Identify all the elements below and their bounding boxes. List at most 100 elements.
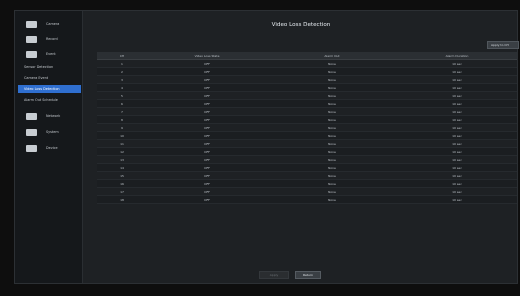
- table-row: 17 OFF None 10 sec: [97, 188, 517, 196]
- video-loss-state-cell[interactable]: OFF: [147, 108, 267, 115]
- sidebar-item-event[interactable]: Event: [15, 47, 83, 61]
- channel-cell: 8: [121, 117, 123, 122]
- alarm-duration-cell[interactable]: 10 sec: [397, 68, 517, 75]
- video-loss-state-cell[interactable]: OFF: [147, 148, 267, 155]
- alarm-out-cell[interactable]: None: [267, 76, 397, 83]
- video-loss-state-cell[interactable]: OFF: [147, 188, 267, 195]
- table-body: 1 OFF None 10 sec 2 OFF None 10 sec 3 OFF None 10 s…: [97, 60, 517, 204]
- video-loss-state-cell[interactable]: OFF: [147, 84, 267, 91]
- alarm-duration-cell[interactable]: 10 sec: [397, 100, 517, 107]
- alarm-out-cell[interactable]: None: [267, 148, 397, 155]
- alarm-duration-cell[interactable]: 10 sec: [397, 180, 517, 187]
- video-loss-state-cell[interactable]: OFF: [147, 156, 267, 163]
- page-title: Video Loss Detection: [271, 22, 331, 28]
- alarm-out-cell[interactable]: None: [267, 124, 397, 131]
- channel-cell: 7: [121, 109, 123, 114]
- alarm-out-cell[interactable]: None: [267, 60, 397, 67]
- video-loss-state-cell[interactable]: OFF: [147, 60, 267, 67]
- alarm-duration-cell[interactable]: 10 sec: [397, 172, 517, 179]
- alarm-out-cell[interactable]: None: [267, 108, 397, 115]
- alarm-duration-cell[interactable]: 10 sec: [397, 124, 517, 131]
- channel-cell: 3: [121, 77, 123, 82]
- video-loss-state-cell[interactable]: OFF: [147, 124, 267, 131]
- alarm-duration-cell[interactable]: 10 sec: [397, 140, 517, 147]
- alarm-duration-cell[interactable]: 10 sec: [397, 148, 517, 155]
- apply-button[interactable]: Apply: [259, 271, 289, 279]
- sidebar-item-record[interactable]: Record: [15, 32, 83, 46]
- return-button[interactable]: Return: [295, 271, 321, 279]
- sidebar-item-label: System: [46, 130, 59, 134]
- table-row: 3 OFF None 10 sec: [97, 76, 517, 84]
- alarm-duration-cell[interactable]: 10 sec: [397, 108, 517, 115]
- column-header-alarm-duration: Alarm Duration: [445, 53, 469, 58]
- video-loss-state-cell[interactable]: OFF: [147, 76, 267, 83]
- alarm-out-cell[interactable]: None: [267, 68, 397, 75]
- network-icon: [26, 112, 37, 120]
- alarm-duration-cell[interactable]: 10 sec: [397, 156, 517, 163]
- sidebar-item-system[interactable]: System: [15, 125, 83, 139]
- alarm-duration-cell[interactable]: 10 sec: [397, 116, 517, 123]
- alarm-out-cell[interactable]: None: [267, 116, 397, 123]
- alarm-duration-cell[interactable]: 10 sec: [397, 164, 517, 171]
- video-loss-state-cell[interactable]: OFF: [147, 116, 267, 123]
- alarm-duration-cell[interactable]: 10 sec: [397, 92, 517, 99]
- table-row: 18 OFF None 10 sec: [97, 196, 517, 204]
- video-loss-state-cell[interactable]: OFF: [147, 68, 267, 75]
- alarm-out-cell[interactable]: None: [267, 92, 397, 99]
- system-icon: [26, 128, 37, 136]
- video-loss-state-cell[interactable]: OFF: [147, 180, 267, 187]
- apply-to-ch-button[interactable]: Apply to CH: [487, 41, 519, 49]
- alarm-duration-cell[interactable]: 10 sec: [397, 60, 517, 67]
- video-loss-state-cell[interactable]: OFF: [147, 172, 267, 179]
- table-row: 11 OFF None 10 sec: [97, 140, 517, 148]
- alarm-out-cell[interactable]: None: [267, 84, 397, 91]
- table-row: 1 OFF None 10 sec: [97, 60, 517, 68]
- channel-cell: 6: [121, 101, 123, 106]
- sidebar-item-device[interactable]: Device: [15, 141, 83, 155]
- table-row: 12 OFF None 10 sec: [97, 148, 517, 156]
- video-loss-state-cell[interactable]: OFF: [147, 132, 267, 139]
- alarm-duration-cell[interactable]: 10 sec: [397, 196, 517, 203]
- video-loss-state-cell[interactable]: OFF: [147, 92, 267, 99]
- alarm-out-cell[interactable]: None: [267, 164, 397, 171]
- sidebar-item-label: Camera: [46, 22, 60, 26]
- table-row: 8 OFF None 10 sec: [97, 116, 517, 124]
- video-loss-state-cell[interactable]: OFF: [147, 196, 267, 203]
- video-loss-state-cell[interactable]: OFF: [147, 100, 267, 107]
- sidebar-item-network[interactable]: Network: [15, 109, 83, 123]
- alarm-duration-cell[interactable]: 10 sec: [397, 188, 517, 195]
- table-row: 7 OFF None 10 sec: [97, 108, 517, 116]
- channel-table: CH Video Loss State Alarm Out Alarm Dura…: [97, 52, 517, 212]
- alarm-out-cell[interactable]: None: [267, 188, 397, 195]
- sidebar-item-camera[interactable]: Camera: [15, 17, 83, 31]
- sidebar-subitem-label: Sensor Detection: [24, 65, 54, 69]
- alarm-duration-cell[interactable]: 10 sec: [397, 84, 517, 91]
- table-row: 10 OFF None 10 sec: [97, 132, 517, 140]
- alarm-duration-cell[interactable]: 10 sec: [397, 132, 517, 139]
- channel-cell: 10: [120, 133, 124, 138]
- sidebar-subitem-alarm-out-schedule[interactable]: Alarm Out Schedule: [18, 96, 81, 104]
- alarm-out-cell[interactable]: None: [267, 140, 397, 147]
- sidebar-subitem-camera-event[interactable]: Camera Event: [18, 74, 81, 82]
- sidebar-subitem-video-loss-detection[interactable]: Video Loss Detection: [18, 85, 81, 93]
- alarm-out-cell[interactable]: None: [267, 100, 397, 107]
- record-icon: [26, 35, 37, 43]
- alarm-out-cell[interactable]: None: [267, 172, 397, 179]
- alarm-out-cell[interactable]: None: [267, 180, 397, 187]
- table-row: 6 OFF None 10 sec: [97, 100, 517, 108]
- table-row: 4 OFF None 10 sec: [97, 84, 517, 92]
- column-header-ch: CH: [119, 53, 125, 58]
- video-loss-state-cell[interactable]: OFF: [147, 164, 267, 171]
- sidebar-subitem-label: Alarm Out Schedule: [24, 98, 58, 102]
- channel-cell: 18: [120, 197, 124, 202]
- settings-window: Camera Record Event Sensor Detection Cam…: [14, 10, 519, 284]
- alarm-out-cell[interactable]: None: [267, 132, 397, 139]
- sidebar-item-label: Record: [46, 37, 58, 41]
- channel-cell: 16: [120, 181, 124, 186]
- video-loss-state-cell[interactable]: OFF: [147, 140, 267, 147]
- alarm-out-cell[interactable]: None: [267, 156, 397, 163]
- alarm-out-cell[interactable]: None: [267, 196, 397, 203]
- sidebar-subitem-sensor-detection[interactable]: Sensor Detection: [18, 63, 81, 71]
- alarm-duration-cell[interactable]: 10 sec: [397, 76, 517, 83]
- channel-cell: 11: [120, 141, 124, 146]
